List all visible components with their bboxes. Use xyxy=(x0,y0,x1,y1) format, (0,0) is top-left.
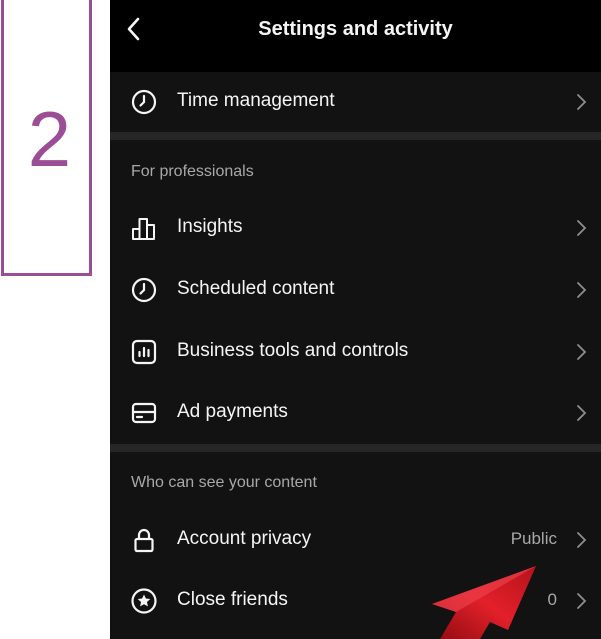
scheduled-content-label: Scheduled content xyxy=(177,278,335,299)
bar-chart-icon xyxy=(132,218,155,240)
account-privacy-value: Public xyxy=(510,529,557,548)
chevron-right-icon xyxy=(577,344,587,360)
business-tools-label: Business tools and controls xyxy=(177,340,409,361)
red-arrow-icon xyxy=(432,566,536,639)
section-heading-professionals: For professionals xyxy=(131,163,254,180)
time-section: Time management xyxy=(110,72,601,132)
chevron-right-icon xyxy=(577,405,587,421)
step-annotation-box: 2 xyxy=(1,0,92,276)
clock-icon xyxy=(131,89,157,115)
insights-item[interactable]: Insights xyxy=(110,199,601,257)
section-divider xyxy=(110,444,601,452)
step-number: 2 xyxy=(27,95,72,183)
account-privacy-label: Account privacy xyxy=(177,528,312,549)
ad-payments-label: Ad payments xyxy=(177,401,288,422)
close-friends-label: Close friends xyxy=(177,589,288,610)
business-tools-item[interactable]: Business tools and controls xyxy=(110,323,601,381)
chevron-right-icon xyxy=(577,532,587,548)
clock-icon xyxy=(131,277,157,303)
chevron-right-icon xyxy=(577,94,587,110)
section-heading-visibility: Who can see your content xyxy=(131,474,317,491)
chevron-right-icon xyxy=(577,593,587,609)
chevron-right-icon xyxy=(577,282,587,298)
business-tools-icon xyxy=(131,339,157,365)
top-bar: Settings and activity xyxy=(110,0,601,58)
page-title: Settings and activity xyxy=(258,18,453,40)
section-divider xyxy=(110,132,601,140)
insights-label: Insights xyxy=(177,216,243,237)
time-management-label: Time management xyxy=(177,90,335,111)
star-circle-icon xyxy=(131,588,157,614)
time-management-item[interactable]: Time management xyxy=(110,73,601,131)
chevron-right-icon xyxy=(577,220,587,236)
settings-screen: Settings and activity Time management Fo… xyxy=(110,0,601,639)
ad-payments-item[interactable]: Ad payments xyxy=(110,384,601,442)
scheduled-content-item[interactable]: Scheduled content xyxy=(110,261,601,319)
professionals-section: For professionals Insights Scheduled con… xyxy=(110,140,601,444)
lock-icon xyxy=(134,528,154,553)
credit-card-icon xyxy=(131,402,157,424)
